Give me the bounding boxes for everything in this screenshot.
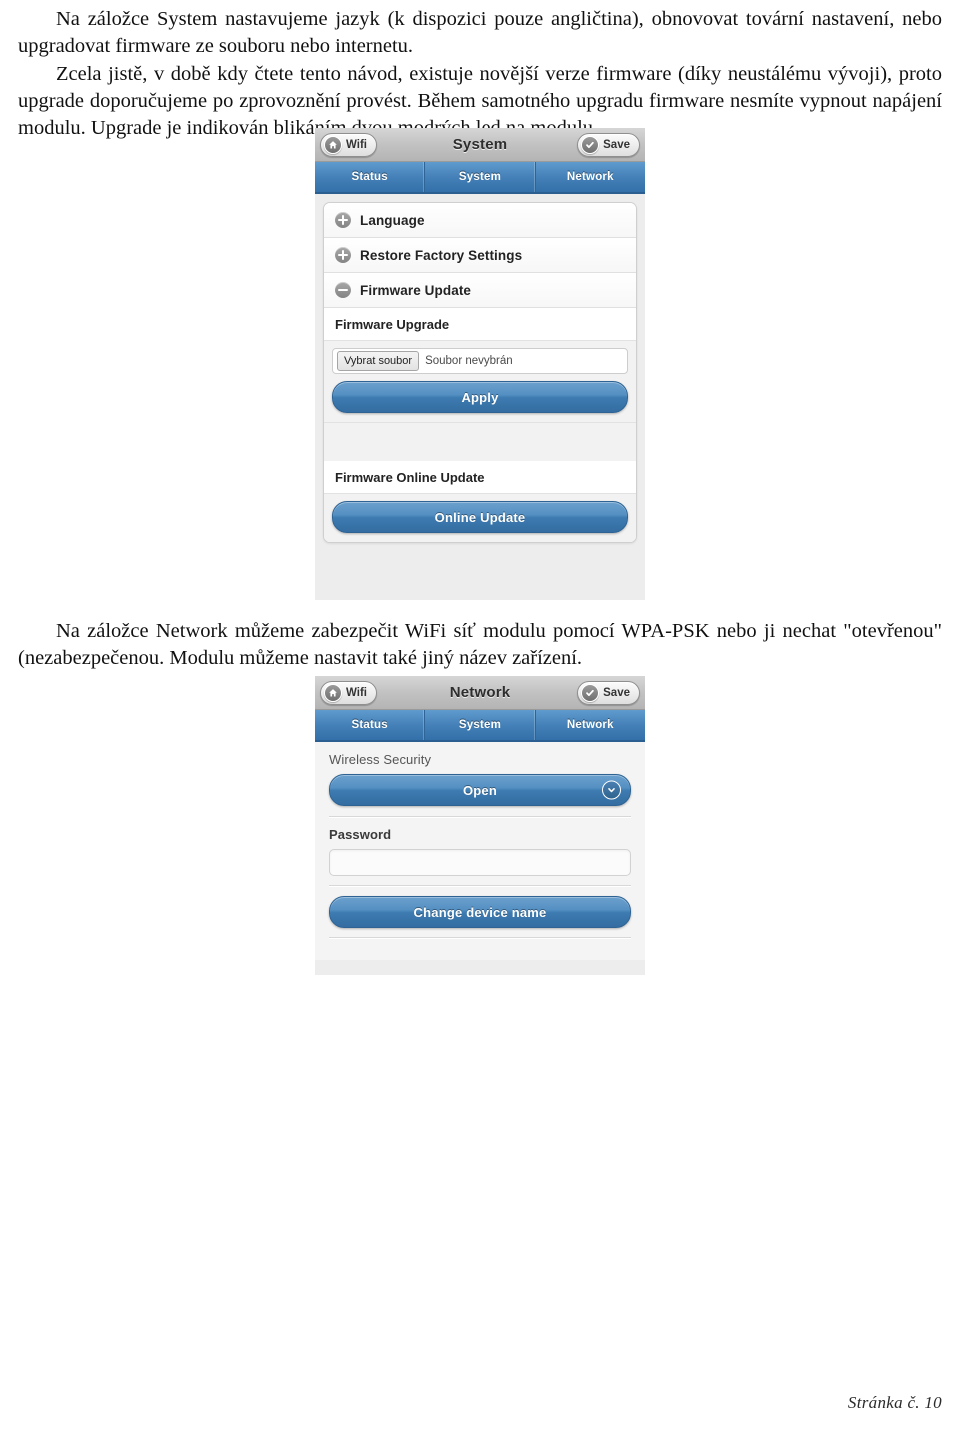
save-button[interactable]: Save bbox=[577, 133, 640, 157]
apply-button[interactable]: Apply bbox=[332, 381, 628, 413]
home-icon bbox=[324, 136, 342, 154]
wireless-security-label: Wireless Security bbox=[329, 752, 432, 767]
tab-bar-system: Status System Network bbox=[315, 162, 645, 194]
home-icon bbox=[324, 684, 342, 702]
divider bbox=[329, 937, 631, 939]
minus-circle-icon bbox=[335, 282, 351, 298]
intro-paragraphs: Na záložce System nastavujeme jazyk (k d… bbox=[18, 6, 942, 142]
accordion-item-language[interactable]: Language bbox=[324, 203, 636, 238]
firmware-file-input[interactable]: Vybrat soubor Soubor nevybrán bbox=[332, 348, 628, 374]
network-paragraphs: Na záložce Network můžeme zabezpečit WiF… bbox=[18, 618, 942, 673]
check-circle-icon bbox=[581, 136, 600, 154]
accordion-item-firmware-update[interactable]: Firmware Update bbox=[324, 273, 636, 308]
wifi-back-button-label: Wifi bbox=[346, 139, 367, 151]
tab-system[interactable]: System bbox=[425, 710, 536, 740]
tab-system[interactable]: System bbox=[425, 162, 536, 192]
device-ui-screenshot-system: Wifi System Save Status System Network L… bbox=[315, 128, 645, 600]
chevron-down-icon bbox=[602, 780, 621, 800]
network-panel-body: Wireless Security Open Password Change d… bbox=[315, 742, 645, 960]
online-update-button[interactable]: Online Update bbox=[332, 501, 628, 533]
save-button[interactable]: Save bbox=[577, 681, 640, 705]
page-title-network: Network bbox=[449, 684, 511, 701]
system-settings-card: Language Restore Factory Settings Firmwa… bbox=[323, 202, 637, 543]
plus-circle-icon bbox=[335, 247, 351, 263]
paragraph-1: Na záložce System nastavujeme jazyk (k d… bbox=[18, 8, 942, 58]
ui-topbar-system: Wifi System Save bbox=[315, 128, 645, 162]
plus-circle-icon bbox=[335, 212, 351, 228]
wifi-back-button[interactable]: Wifi bbox=[320, 133, 377, 157]
divider bbox=[329, 885, 631, 887]
device-ui-screenshot-network: Wifi Network Save Status System Network … bbox=[315, 676, 645, 975]
page-footer: Stránka č. 10 bbox=[847, 1393, 942, 1412]
wifi-back-button-label: Wifi bbox=[346, 687, 367, 699]
page-title-system: System bbox=[452, 136, 508, 153]
password-input[interactable] bbox=[329, 849, 631, 876]
divider bbox=[329, 816, 631, 818]
firmware-upgrade-heading: Firmware Upgrade bbox=[324, 308, 636, 341]
firmware-online-update-section: Online Update bbox=[324, 494, 636, 542]
firmware-upgrade-section: Vybrat soubor Soubor nevybrán Apply bbox=[324, 341, 636, 423]
accordion-item-restore-factory-settings[interactable]: Restore Factory Settings bbox=[324, 238, 636, 273]
wireless-security-select[interactable]: Open bbox=[329, 774, 631, 806]
save-button-label: Save bbox=[603, 139, 630, 151]
accordion-item-language-label: Language bbox=[360, 212, 425, 228]
paragraph-3: Na záložce Network můžeme zabezpečit WiF… bbox=[18, 620, 942, 670]
file-status-text: Soubor nevybrán bbox=[425, 355, 513, 367]
tab-status[interactable]: Status bbox=[315, 162, 426, 192]
tab-bar-network: Status System Network bbox=[315, 710, 645, 742]
tab-network[interactable]: Network bbox=[536, 162, 645, 192]
check-circle-icon bbox=[581, 684, 600, 702]
firmware-online-update-heading: Firmware Online Update bbox=[324, 461, 636, 494]
firmware-upgrade-spacer bbox=[324, 423, 636, 461]
password-label: Password bbox=[329, 827, 392, 842]
accordion-item-firmware-update-label: Firmware Update bbox=[360, 282, 472, 298]
wifi-back-button[interactable]: Wifi bbox=[320, 681, 377, 705]
tab-status[interactable]: Status bbox=[315, 710, 426, 740]
change-device-name-button[interactable]: Change device name bbox=[329, 896, 631, 928]
system-panel-body: Language Restore Factory Settings Firmwa… bbox=[315, 194, 645, 553]
tab-network[interactable]: Network bbox=[536, 710, 645, 740]
save-button-label: Save bbox=[603, 687, 630, 699]
choose-file-button[interactable]: Vybrat soubor bbox=[337, 351, 420, 371]
accordion-item-restore-label: Restore Factory Settings bbox=[360, 247, 523, 263]
wireless-security-selected-value: Open bbox=[462, 782, 498, 798]
ui-topbar-network: Wifi Network Save bbox=[315, 676, 645, 710]
